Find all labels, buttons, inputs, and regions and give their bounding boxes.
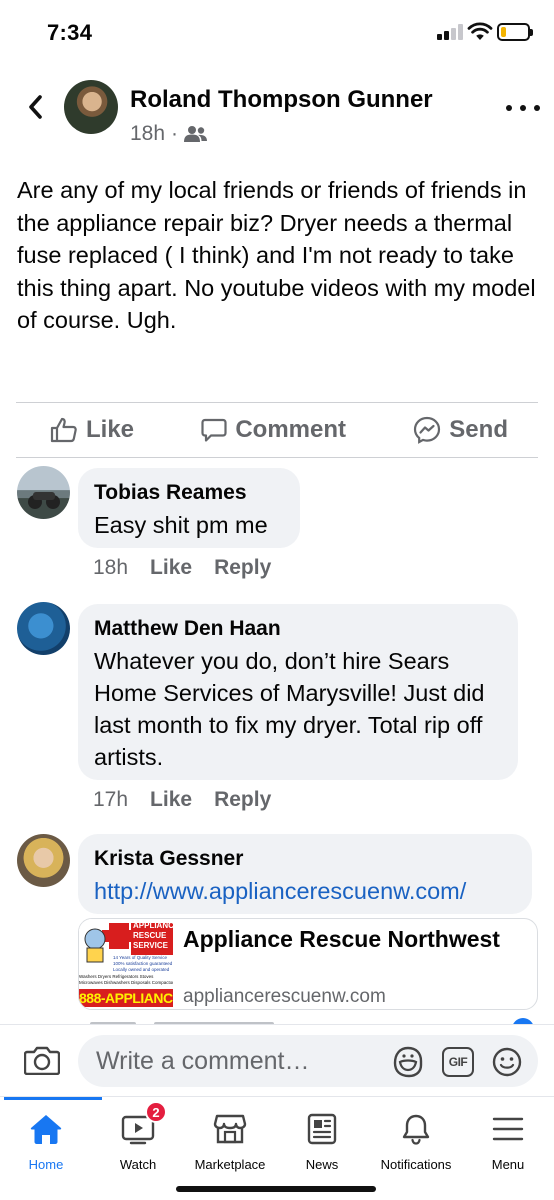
thumb-tagline-2: 100% satisfaction guaranteed xyxy=(113,961,173,966)
commenter-name[interactable]: Matthew Den Haan xyxy=(94,615,502,643)
tab-watch-label: Watch xyxy=(119,1157,157,1172)
tab-watch[interactable]: 2 Watch xyxy=(96,1097,180,1177)
link-preview-card[interactable]: APPLIANCE RESCUE SERVICE 14 Years of Qua… xyxy=(78,918,538,1010)
emoji-button[interactable] xyxy=(492,1047,522,1077)
bell-icon xyxy=(399,1113,433,1145)
comment-time: 18h xyxy=(93,556,129,579)
comment-reply-button[interactable]: Reply xyxy=(214,556,271,580)
comment-like-button[interactable]: Like xyxy=(150,556,192,580)
battery-level xyxy=(501,27,506,37)
chevron-left-icon xyxy=(29,95,42,119)
tab-notifications[interactable]: Notifications xyxy=(370,1097,462,1177)
battery-icon xyxy=(497,23,533,41)
tab-notifications-label: Notifications xyxy=(380,1157,452,1172)
comment-reply-button[interactable]: Reply xyxy=(214,788,271,812)
comment-label: Comment xyxy=(235,416,346,443)
tab-home-label: Home xyxy=(28,1157,64,1172)
comment-bubble[interactable]: Matthew Den Haan Whatever you do, don’t … xyxy=(78,604,518,780)
post-action-bar: Like Comment Send xyxy=(16,402,538,458)
emoji-icon xyxy=(492,1047,522,1077)
like-label: Like xyxy=(86,416,135,443)
watch-badge: 2 xyxy=(145,1101,167,1123)
comment-link[interactable]: http://www.appliancerescuenw.com/ xyxy=(94,875,516,907)
tab-home[interactable]: Home xyxy=(4,1097,88,1177)
home-indicator xyxy=(176,1186,376,1192)
commenter-name[interactable]: Tobias Reames xyxy=(94,479,284,507)
menu-icon xyxy=(491,1113,525,1145)
camera-icon xyxy=(23,1046,61,1076)
link-thumbnail: APPLIANCE RESCUE SERVICE 14 Years of Qua… xyxy=(79,919,173,1009)
commenter-name[interactable]: Krista Gessner xyxy=(94,845,516,873)
messenger-icon xyxy=(414,416,441,444)
post-header: Roland Thompson Gunner 18h · xyxy=(0,72,554,162)
link-title: Appliance Rescue Northwest xyxy=(183,926,500,952)
tab-menu[interactable]: Menu xyxy=(466,1097,550,1177)
comment-bubble-icon xyxy=(201,418,227,442)
avatar[interactable] xyxy=(17,834,70,887)
comment-time: 17h xyxy=(93,788,129,811)
tab-marketplace[interactable]: Marketplace xyxy=(186,1097,274,1177)
comment-composer: GIF xyxy=(0,1024,554,1096)
send-label: Send xyxy=(449,416,508,443)
sticker-icon xyxy=(393,1046,423,1078)
thumbs-up-icon xyxy=(50,417,77,443)
comment-button[interactable]: Comment xyxy=(201,416,346,444)
author-avatar[interactable] xyxy=(64,80,118,134)
thumb-services-2: Microwaves Dishwashers Disposals Compact… xyxy=(79,980,173,985)
post-meta: 18h · xyxy=(130,122,208,146)
thumb-services-1: Washers Dryers Refrigerators Stoves xyxy=(79,974,154,979)
thumb-tagline-1: 14 Years of Quality Service xyxy=(113,955,168,960)
status-time: 7:34 xyxy=(47,20,93,45)
link-domain: appliancerescuenw.com xyxy=(183,986,386,1007)
thumb-brand-line-1: APPLIANCE xyxy=(133,921,173,930)
sticker-button[interactable] xyxy=(392,1045,424,1079)
post-time[interactable]: 18h xyxy=(130,122,165,146)
marketplace-icon xyxy=(213,1113,247,1145)
status-bar: 7:34 xyxy=(0,0,554,64)
avatar[interactable] xyxy=(17,602,70,655)
watch-icon: 2 xyxy=(121,1101,167,1145)
friends-icon xyxy=(184,126,208,142)
comment-bubble[interactable]: Tobias Reames Easy shit pm me xyxy=(78,468,300,548)
tab-menu-label: Menu xyxy=(491,1157,525,1172)
more-options-button[interactable] xyxy=(506,98,540,118)
home-icon xyxy=(29,1113,63,1145)
comment-text: Whatever you do, don’t hire Sears Home S… xyxy=(94,648,485,770)
like-button[interactable]: Like xyxy=(50,416,134,444)
avatar[interactable] xyxy=(17,466,70,519)
bottom-tab-bar: Home 2 Watch Marketplace News Notificati… xyxy=(0,1096,554,1200)
back-button[interactable] xyxy=(20,92,50,122)
news-icon xyxy=(305,1113,339,1145)
tab-news-label: News xyxy=(305,1157,339,1172)
post-text: Are any of my local friends or friends o… xyxy=(17,177,536,333)
camera-button[interactable] xyxy=(23,1045,61,1076)
comment-like-button[interactable]: Like xyxy=(150,788,192,812)
comment-text: Easy shit pm me xyxy=(94,512,268,538)
wifi-icon xyxy=(467,21,493,41)
tab-marketplace-label: Marketplace xyxy=(194,1157,266,1172)
comment-bubble[interactable]: Krista Gessner http://www.appliancerescu… xyxy=(78,834,532,914)
thumb-phone: 888-APPLIANCE xyxy=(79,990,173,1006)
comment-actions: 18h Like Reply xyxy=(93,556,271,580)
thumb-brand-line-3: SERVICE xyxy=(133,941,168,950)
comment-actions: 17h Like Reply xyxy=(93,788,271,812)
tab-news[interactable]: News xyxy=(280,1097,364,1177)
meta-separator: · xyxy=(171,122,179,145)
gif-button[interactable]: GIF xyxy=(442,1047,474,1077)
thumb-tagline-3: Locally owned and operated xyxy=(113,967,170,972)
send-button[interactable]: Send xyxy=(413,416,508,444)
author-name[interactable]: Roland Thompson Gunner xyxy=(130,86,433,114)
thumb-brand-line-2: RESCUE xyxy=(133,931,167,940)
signal-icon xyxy=(437,24,463,40)
